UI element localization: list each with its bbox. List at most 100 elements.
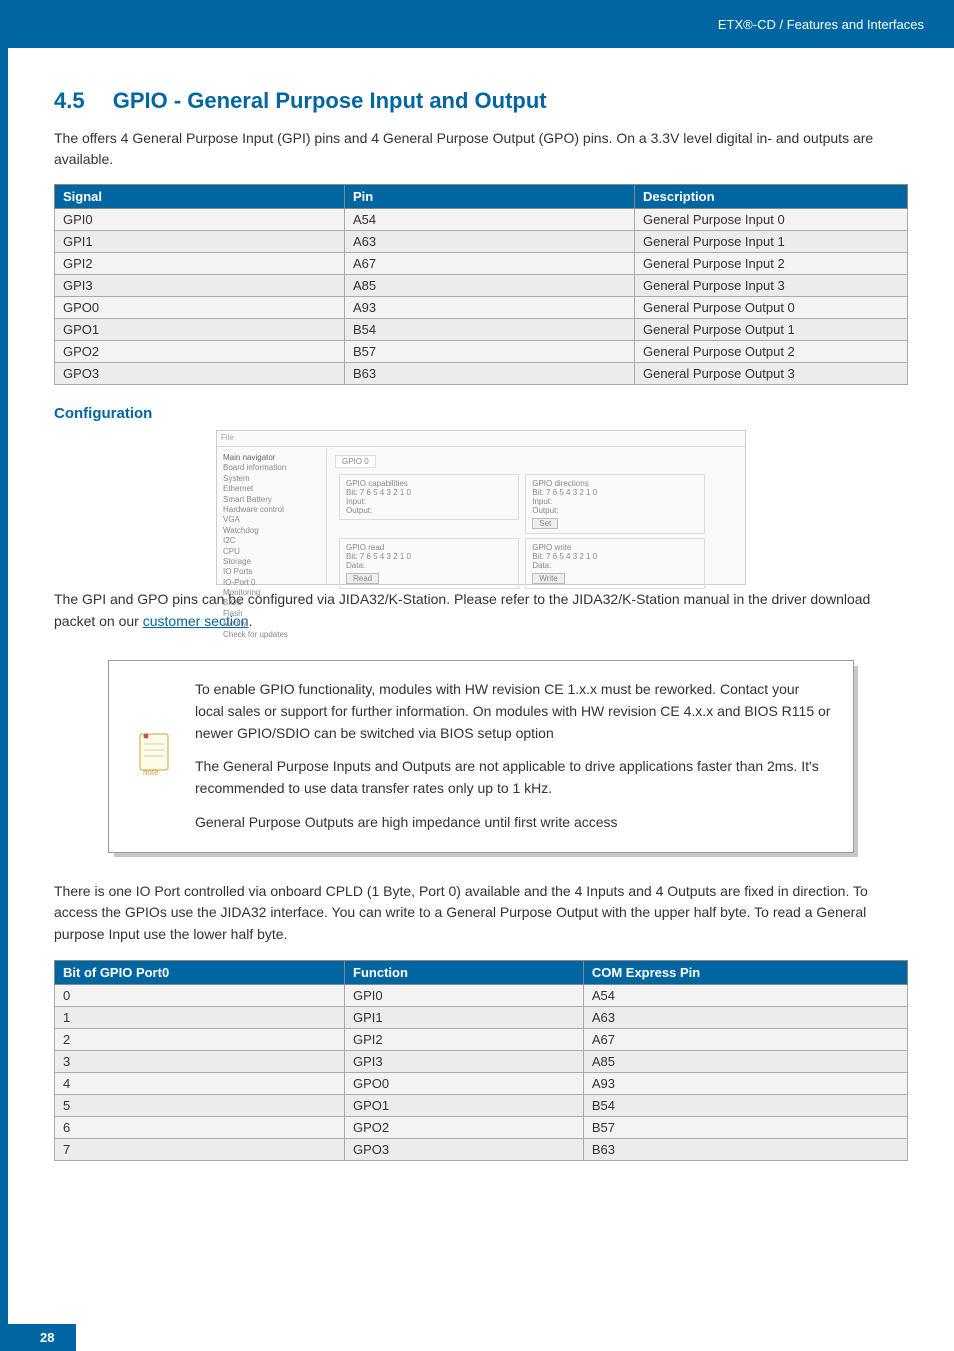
table-cell: A54 <box>345 209 635 231</box>
table-cell: GPO3 <box>55 363 345 385</box>
table-cell: General Purpose Output 2 <box>635 341 908 363</box>
table-cell: A93 <box>583 1072 907 1094</box>
table-cell: GPO3 <box>345 1138 584 1160</box>
table-cell: 3 <box>55 1050 345 1072</box>
gpio-signal-table: Signal Pin Description GPI0A54General Pu… <box>54 184 908 385</box>
table-cell: GPO1 <box>345 1094 584 1116</box>
table-cell: General Purpose Output 1 <box>635 319 908 341</box>
table-row: GPO0A93General Purpose Output 0 <box>55 297 908 319</box>
table-cell: B63 <box>345 363 635 385</box>
table-row: GPI0A54General Purpose Input 0 <box>55 209 908 231</box>
table-cell: GPO0 <box>55 297 345 319</box>
tree-item: Modify <box>223 619 320 629</box>
tree-item: Board information <box>223 463 320 473</box>
tree-item: Check for updates <box>223 630 320 640</box>
group-row: Bit: 7 6 5 4 3 2 1 0 <box>532 552 698 561</box>
tree-item: BIOS <box>223 598 320 608</box>
table-header: Function <box>345 960 584 984</box>
configuration-caption: The GPI and GPO pins can be configured v… <box>54 589 908 632</box>
screenshot-nav-title: Main navigator <box>223 453 320 463</box>
table-cell: GPO1 <box>55 319 345 341</box>
table-cell: B54 <box>345 319 635 341</box>
configuration-heading: Configuration <box>54 405 908 422</box>
table-cell: General Purpose Input 2 <box>635 253 908 275</box>
read-button: Read <box>346 573 379 584</box>
table-cell: B57 <box>583 1116 907 1138</box>
table-cell: General Purpose Input 1 <box>635 231 908 253</box>
group-row: Output: <box>346 506 512 515</box>
table-cell: 1 <box>55 1006 345 1028</box>
table-header: Description <box>635 185 908 209</box>
svg-text:note: note <box>143 768 159 776</box>
table-cell: A85 <box>345 275 635 297</box>
tree-item: Watchdog <box>223 526 320 536</box>
table-row: 5GPO1B54 <box>55 1094 908 1116</box>
header-band: ETX®-CD / Features and Interfaces <box>8 0 954 48</box>
gpio-port0-table: Bit of GPIO Port0 Function COM Express P… <box>54 960 908 1161</box>
table-cell: B54 <box>583 1094 907 1116</box>
note-paragraph: General Purpose Outputs are high impedan… <box>195 812 831 834</box>
screenshot-menu: File <box>221 433 234 442</box>
table-row: 3GPI3A85 <box>55 1050 908 1072</box>
table-row: 0GPI0A54 <box>55 984 908 1006</box>
group-title: GPIO write <box>532 543 698 552</box>
table-cell: GPI1 <box>345 1006 584 1028</box>
table-cell: B63 <box>583 1138 907 1160</box>
tree-item: IO Ports <box>223 567 320 577</box>
table-cell: GPI2 <box>345 1028 584 1050</box>
table-cell: General Purpose Input 0 <box>635 209 908 231</box>
table-cell: GPI1 <box>55 231 345 253</box>
group-row: Data: <box>346 561 512 570</box>
table-cell: B57 <box>345 341 635 363</box>
table-row: 7GPO3B63 <box>55 1138 908 1160</box>
tree-item: Ethernet <box>223 484 320 494</box>
table-row: GPI1A63General Purpose Input 1 <box>55 231 908 253</box>
table-row: GPI2A67General Purpose Input 2 <box>55 253 908 275</box>
group-row: Data: <box>532 561 698 570</box>
screenshot-tab: GPIO 0 <box>335 455 376 468</box>
table-header: COM Express Pin <box>583 960 907 984</box>
tree-item: VGA <box>223 515 320 525</box>
group-row: Input: <box>532 497 698 506</box>
note-icon: note <box>131 732 177 781</box>
table-cell: A93 <box>345 297 635 319</box>
tree-item: Hardware control <box>223 505 320 515</box>
kstation-screenshot: File Main navigator Board informationSys… <box>216 430 746 585</box>
breadcrumb: ETX®-CD / Features and Interfaces <box>718 17 924 32</box>
table-header: Signal <box>55 185 345 209</box>
table-cell: 5 <box>55 1094 345 1116</box>
tree-item: IO-Port 0 <box>223 578 320 588</box>
tree-item: CPU <box>223 547 320 557</box>
table-cell: General Purpose Input 3 <box>635 275 908 297</box>
table-cell: A85 <box>583 1050 907 1072</box>
tree-item: Smart Battery <box>223 495 320 505</box>
table-cell: GPO2 <box>55 341 345 363</box>
note-paragraph: The General Purpose Inputs and Outputs a… <box>195 756 831 799</box>
group-row: Bit: 7 6 5 4 3 2 1 0 <box>346 552 512 561</box>
table-cell: A54 <box>583 984 907 1006</box>
table-cell: A67 <box>583 1028 907 1050</box>
table-row: 2GPI2A67 <box>55 1028 908 1050</box>
table-cell: 2 <box>55 1028 345 1050</box>
set-button: Set <box>532 518 558 529</box>
intro-paragraph: The offers 4 General Purpose Input (GPI)… <box>54 128 908 170</box>
section-title-text: GPIO - General Purpose Input and Output <box>113 88 547 113</box>
note-box: note To enable GPIO functionality, modul… <box>108 660 854 852</box>
table-row: GPO1B54General Purpose Output 1 <box>55 319 908 341</box>
group-row: Input: <box>346 497 512 506</box>
section-heading: 4.5 GPIO - General Purpose Input and Out… <box>54 88 908 114</box>
table-row: 6GPO2B57 <box>55 1116 908 1138</box>
table-cell: 0 <box>55 984 345 1006</box>
table-cell: A67 <box>345 253 635 275</box>
write-button: Write <box>532 573 565 584</box>
table-cell: GPI2 <box>55 253 345 275</box>
table-row: 4GPO0A93 <box>55 1072 908 1094</box>
table-cell: GPI0 <box>55 209 345 231</box>
table-cell: General Purpose Output 0 <box>635 297 908 319</box>
group-row: Bit: 7 6 5 4 3 2 1 0 <box>346 488 512 497</box>
ioport-paragraph: There is one IO Port controlled via onbo… <box>54 881 908 946</box>
table-cell: 7 <box>55 1138 345 1160</box>
table-cell: A63 <box>583 1006 907 1028</box>
group-title: GPIO read <box>346 543 512 552</box>
table-cell: A63 <box>345 231 635 253</box>
